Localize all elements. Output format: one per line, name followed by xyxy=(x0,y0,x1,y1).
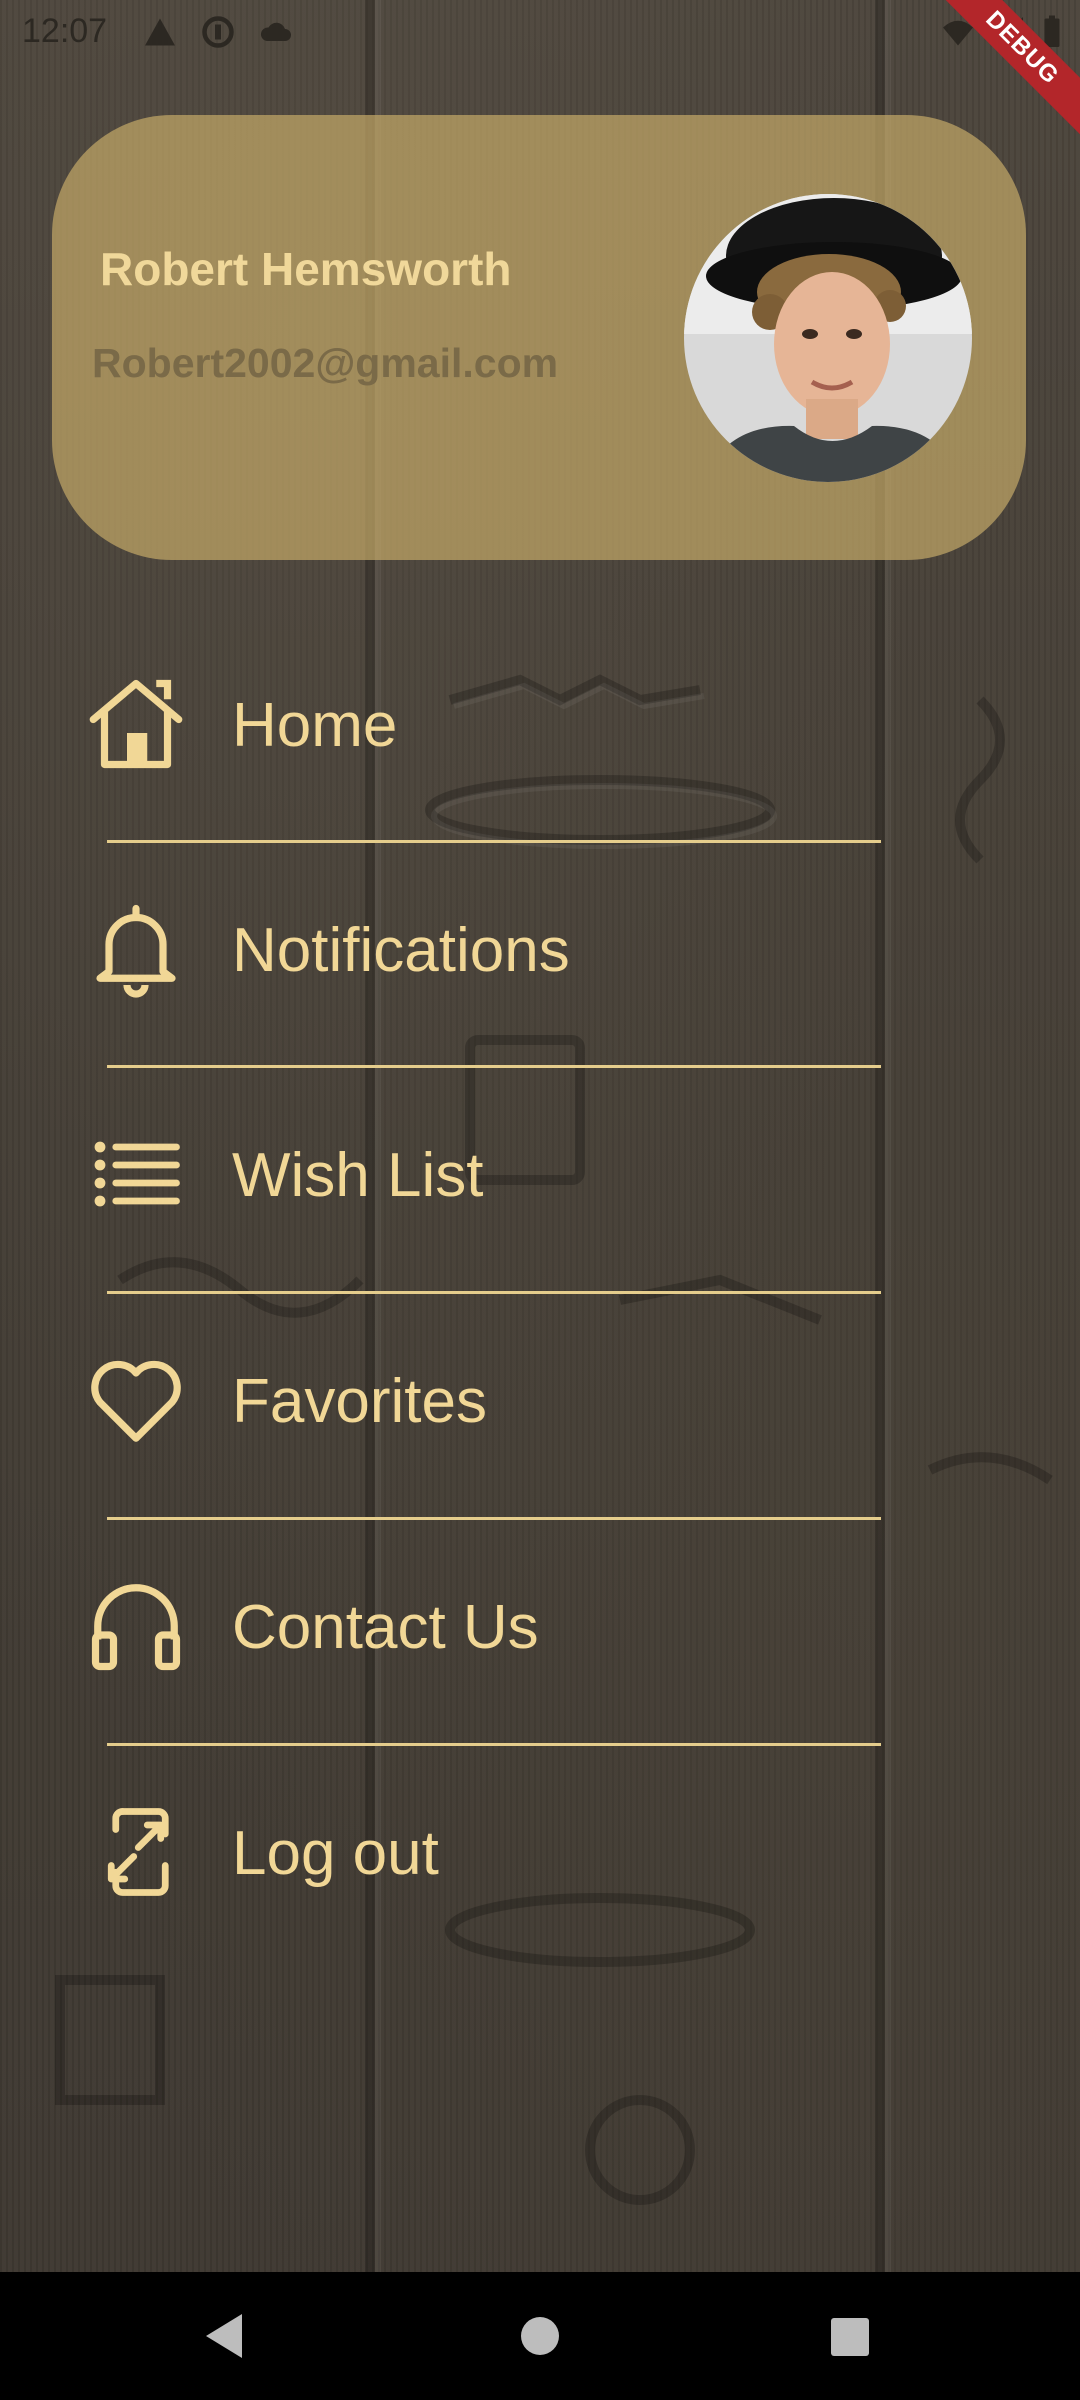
nav-buttons xyxy=(206,2314,869,2358)
heart-icon xyxy=(91,1360,181,1442)
system-nav-bar xyxy=(0,2272,1080,2400)
status-bar: 12:07 xyxy=(0,0,1080,62)
menu-divider xyxy=(107,840,881,843)
menu-divider xyxy=(107,1517,881,1520)
recents-icon[interactable] xyxy=(831,2318,869,2356)
menu-label: Notifications xyxy=(232,916,570,985)
warning-icon xyxy=(145,18,175,46)
menu-item-contact-us[interactable]: Contact Us xyxy=(0,1542,1080,1722)
list-icon xyxy=(94,1141,180,1207)
menu-divider xyxy=(107,1065,881,1068)
user-name: Robert Hemsworth xyxy=(100,243,512,295)
avatar[interactable] xyxy=(684,194,972,482)
menu-item-notifications[interactable]: Notifications xyxy=(0,865,1080,1045)
menu-label: Log out xyxy=(232,1819,439,1888)
avatar-photo xyxy=(684,194,972,482)
menu-label: Home xyxy=(232,691,398,760)
menu-item-favorites[interactable]: Favorites xyxy=(0,1316,1080,1496)
data-saver-icon xyxy=(202,16,234,48)
menu-item-home[interactable]: Home xyxy=(0,640,1080,820)
home-icon xyxy=(89,679,183,769)
bell-icon xyxy=(96,904,176,998)
home-button-icon[interactable] xyxy=(521,2317,559,2355)
menu-label: Favorites xyxy=(232,1367,487,1436)
cloud-icon xyxy=(260,22,291,41)
menu-label: Contact Us xyxy=(232,1593,539,1662)
menu-divider xyxy=(107,1291,881,1294)
logout-icon xyxy=(107,1808,169,1896)
status-time: 12:07 xyxy=(22,12,108,50)
headphones-icon xyxy=(91,1584,181,1671)
user-email: Robert2002@gmail.com xyxy=(92,340,559,386)
menu-item-log-out[interactable]: Log out xyxy=(0,1768,1080,1948)
menu-divider xyxy=(107,1743,881,1746)
app-screen: 12:07 DEBUG Robert Hemsworth Robert2002@… xyxy=(0,0,1080,2400)
menu-item-wish-list[interactable]: Wish List xyxy=(0,1090,1080,1270)
menu-label: Wish List xyxy=(232,1141,484,1210)
back-icon[interactable] xyxy=(206,2314,242,2358)
